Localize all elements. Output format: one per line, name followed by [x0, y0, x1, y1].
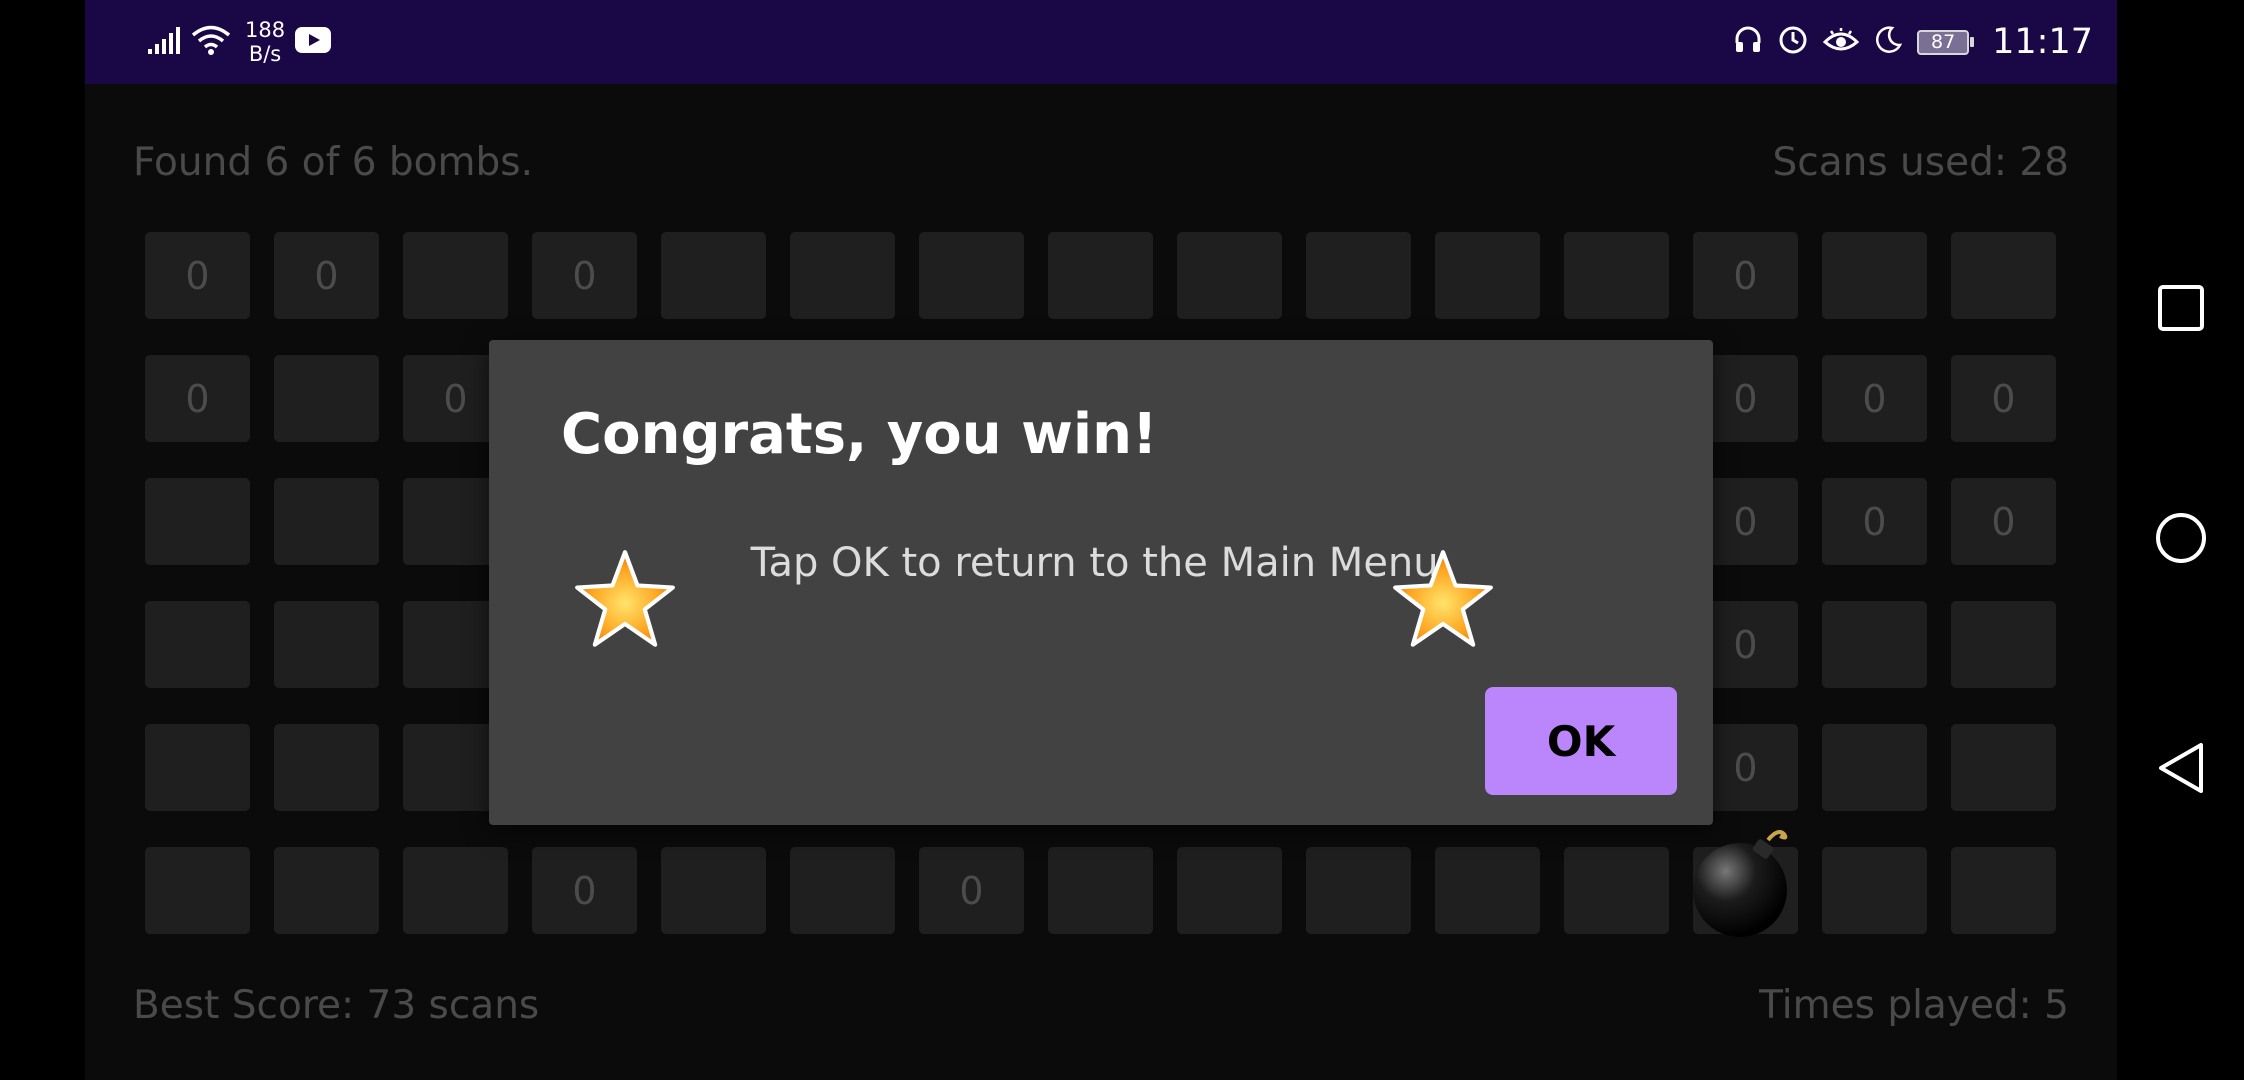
grid-cell[interactable] — [1822, 232, 1927, 319]
grid-cell[interactable] — [661, 232, 766, 319]
youtube-icon — [295, 27, 332, 57]
grid-cell[interactable] — [145, 601, 250, 688]
grid-cell[interactable] — [1048, 847, 1153, 934]
status-bar: 188 B/s 87 11:17 — [85, 0, 2117, 84]
network-speed: 188 B/s — [245, 18, 285, 66]
dialog-title: Congrats, you win! — [561, 402, 1158, 467]
recent-apps-button[interactable] — [2117, 280, 2244, 340]
grid-cell[interactable] — [1435, 232, 1540, 319]
times-played-text: Times played: 5 — [1759, 983, 2069, 1028]
navigation-bar — [2117, 0, 2244, 1080]
win-dialog: Congrats, you win! Tap OK to return to t… — [489, 340, 1713, 825]
grid-cell[interactable] — [274, 724, 379, 811]
grid-cell[interactable] — [1177, 232, 1282, 319]
grid-cell[interactable] — [274, 355, 379, 442]
grid-cell[interactable]: 0 — [532, 232, 637, 319]
grid-cell[interactable]: 0 — [1822, 478, 1927, 565]
star-icon — [573, 548, 677, 656]
square-icon — [2157, 284, 2205, 336]
wifi-icon — [191, 24, 231, 60]
grid-cell[interactable] — [1564, 847, 1669, 934]
grid-cell[interactable] — [1435, 847, 1540, 934]
grid-cell[interactable] — [1564, 232, 1669, 319]
data-saver-icon — [1777, 24, 1809, 60]
grid-cell[interactable] — [274, 478, 379, 565]
grid-cell[interactable] — [1822, 601, 1927, 688]
grid-cell[interactable] — [919, 232, 1024, 319]
grid-cell[interactable]: 0 — [1951, 355, 2056, 442]
grid-cell[interactable] — [1951, 724, 2056, 811]
grid-cell[interactable] — [1951, 232, 2056, 319]
grid-cell[interactable] — [1177, 847, 1282, 934]
eye-comfort-icon — [1822, 26, 1860, 58]
circle-icon — [2154, 511, 2208, 569]
grid-cell[interactable]: 0 — [1822, 355, 1927, 442]
grid-cell[interactable] — [1306, 232, 1411, 319]
network-speed-unit: B/s — [248, 42, 282, 66]
grid-cell[interactable] — [790, 847, 895, 934]
home-button[interactable] — [2117, 510, 2244, 570]
bombs-found-text: Found 6 of 6 bombs. — [133, 140, 533, 185]
grid-cell[interactable] — [274, 601, 379, 688]
battery-icon: 87 — [1917, 29, 1975, 55]
ok-button[interactable]: OK — [1485, 687, 1677, 795]
grid-cell[interactable] — [403, 232, 508, 319]
grid-cell[interactable] — [1822, 847, 1927, 934]
grid-cell[interactable] — [1951, 601, 2056, 688]
network-speed-value: 188 — [245, 18, 286, 42]
grid-cell[interactable] — [790, 232, 895, 319]
grid-cell[interactable]: 0 — [145, 232, 250, 319]
grid-cell[interactable]: 0 — [919, 847, 1024, 934]
grid-cell[interactable] — [1048, 232, 1153, 319]
grid-cell[interactable]: 0 — [274, 232, 379, 319]
battery-level: 87 — [1917, 29, 1970, 55]
moon-icon — [1873, 25, 1903, 59]
grid-cell[interactable] — [1306, 847, 1411, 934]
grid-cell[interactable]: 0 — [1693, 232, 1798, 319]
grid-cell[interactable]: 0 — [1951, 478, 2056, 565]
signal-icon — [147, 25, 181, 59]
triangle-back-icon — [2156, 741, 2206, 799]
star-icon — [1391, 548, 1495, 656]
grid-cell[interactable] — [274, 847, 379, 934]
grid-cell[interactable] — [145, 724, 250, 811]
clock: 11:17 — [1992, 22, 2093, 62]
headset-icon — [1733, 25, 1763, 59]
grid-cell[interactable] — [403, 847, 508, 934]
back-button[interactable] — [2117, 740, 2244, 800]
game-screen: 188 B/s 87 11:17 Found 6 of 6 bombs. Sca… — [85, 0, 2117, 1080]
grid-cell[interactable] — [1822, 724, 1927, 811]
grid-cell[interactable]: 0 — [532, 847, 637, 934]
grid-cell[interactable] — [661, 847, 766, 934]
grid-cell[interactable]: 0 — [145, 355, 250, 442]
bomb-icon — [1688, 820, 1808, 944]
grid-cell[interactable] — [145, 847, 250, 934]
grid-cell[interactable] — [1951, 847, 2056, 934]
scans-used-text: Scans used: 28 — [1772, 140, 2069, 185]
grid-cell[interactable] — [145, 478, 250, 565]
best-score-text: Best Score: 73 scans — [133, 983, 540, 1028]
